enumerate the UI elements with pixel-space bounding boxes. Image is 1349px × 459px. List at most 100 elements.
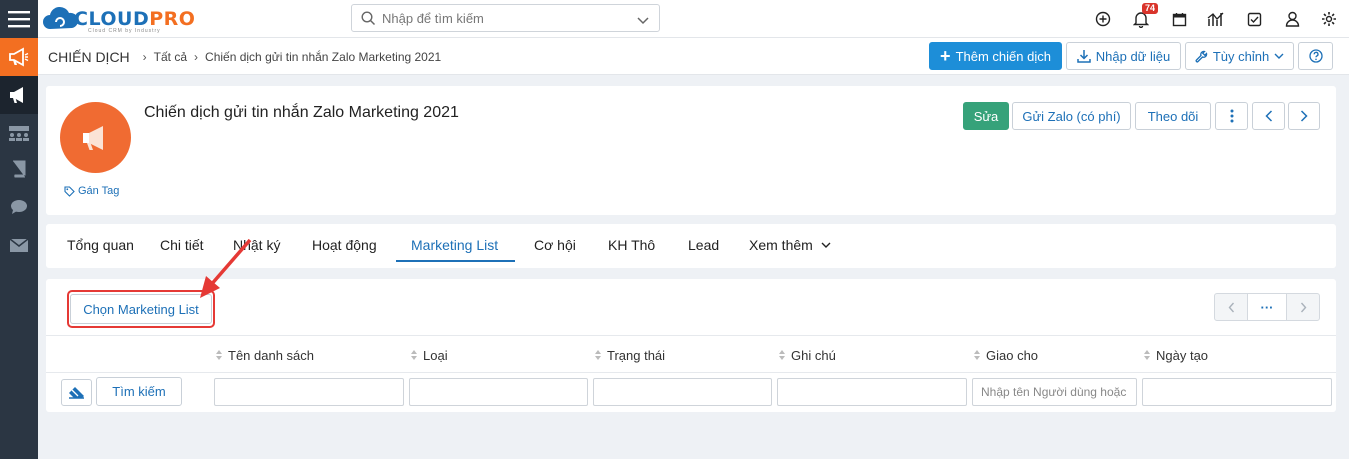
chevron-down-icon: [1274, 53, 1284, 59]
search-button-label: Tìm kiếm: [112, 384, 166, 399]
sort-icon: [411, 350, 418, 361]
column-header-type[interactable]: Loại: [411, 348, 448, 363]
sidebar: [0, 0, 38, 459]
breadcrumb-all[interactable]: Tất cả: [154, 50, 187, 64]
edit-label: Sửa: [973, 108, 999, 124]
highlight-box: [67, 290, 215, 328]
logo[interactable]: CLOUDPRO Cloud CRM by Industry: [42, 4, 195, 34]
chevron-down-icon: [821, 242, 831, 248]
tab-leads[interactable]: Lead: [688, 237, 719, 253]
mail-icon: [10, 238, 28, 252]
customize-button[interactable]: Tùy chỉnh: [1185, 42, 1294, 70]
plus-icon: +: [940, 46, 951, 66]
record-title: Chiến dịch gửi tin nhắn Zalo Marketing 2…: [144, 104, 459, 121]
tab-raw-customers[interactable]: KH Thô: [608, 237, 655, 253]
filter-status-input[interactable]: [593, 378, 772, 406]
column-label: Trạng thái: [607, 348, 666, 363]
sidebar-item-campaign[interactable]: [0, 38, 38, 76]
pager-more-label: ···: [1260, 299, 1274, 315]
sort-icon: [1144, 350, 1151, 361]
filter-name-field[interactable]: [215, 379, 403, 405]
tab-overview[interactable]: Tổng quan: [67, 237, 134, 253]
sidebar-item-email[interactable]: [0, 226, 38, 264]
column-label: Giao cho: [986, 348, 1039, 363]
sort-icon: [595, 350, 602, 361]
pager-more-button[interactable]: ···: [1247, 293, 1287, 321]
sidebar-item-knowledge[interactable]: [0, 150, 38, 188]
book-icon: [13, 160, 26, 178]
filter-assignee-field[interactable]: [973, 379, 1136, 405]
breadcrumb-module[interactable]: CHIẾN DỊCH: [48, 49, 130, 65]
more-actions-button[interactable]: [1215, 102, 1248, 130]
follow-button[interactable]: Theo dõi: [1135, 102, 1211, 130]
checkbox-icon[interactable]: [1244, 9, 1264, 29]
sidebar-item-chat[interactable]: [0, 188, 38, 226]
tab-marketing-list[interactable]: Marketing List: [411, 237, 498, 253]
tab-activities[interactable]: Hoạt động: [312, 237, 377, 253]
filter-type-input[interactable]: [409, 378, 588, 406]
column-label: Tên danh sách: [228, 348, 315, 363]
send-zalo-button[interactable]: Gửi Zalo (có phí): [1012, 102, 1131, 130]
filter-name-input[interactable]: [214, 378, 404, 406]
sort-icon: [216, 350, 223, 361]
active-tab-indicator: [396, 260, 515, 262]
add-campaign-button[interactable]: + Thêm chiến dịch: [929, 42, 1062, 70]
logo-tagline: Cloud CRM by Industry: [88, 28, 161, 34]
filter-assignee-input[interactable]: [972, 378, 1137, 406]
pager-previous-button[interactable]: [1214, 293, 1248, 321]
gear-icon[interactable]: [1319, 9, 1339, 29]
send-zalo-label: Gửi Zalo (có phí): [1022, 108, 1121, 124]
column-header-name[interactable]: Tên danh sách: [216, 348, 314, 363]
pager-next-button[interactable]: [1286, 293, 1320, 321]
filter-created-date-input[interactable]: [1142, 378, 1332, 406]
tab-opportunities[interactable]: Cơ hội: [534, 237, 576, 253]
customize-label: Tùy chỉnh: [1212, 48, 1270, 64]
vertical-dots-icon: [1230, 109, 1233, 123]
sidebar-item-meetings[interactable]: [0, 114, 38, 152]
column-header-note[interactable]: Ghi chú: [779, 348, 836, 363]
plus-circle-icon[interactable]: [1093, 9, 1113, 29]
import-data-button[interactable]: Nhập dữ liệu: [1066, 42, 1181, 70]
sort-icon: [779, 350, 786, 361]
column-header-assignee[interactable]: Giao cho: [974, 348, 1038, 363]
download-icon: [1077, 50, 1091, 63]
sidebar-item-marketing[interactable]: [0, 76, 38, 114]
chevron-down-icon[interactable]: [637, 13, 649, 28]
edit-button[interactable]: Sửa: [963, 102, 1009, 130]
assign-tag-link[interactable]: Gán Tag: [64, 185, 119, 197]
filter-type-field[interactable]: [410, 379, 587, 405]
chat-icon: [11, 200, 27, 214]
menu-toggle-icon[interactable]: [0, 0, 38, 38]
avatar: [60, 102, 131, 173]
megaphone-solid-icon: [10, 87, 23, 103]
global-search[interactable]: Nhập để tìm kiếm: [351, 4, 660, 32]
audience-icon: [9, 126, 29, 141]
filter-created-date-field[interactable]: [1143, 379, 1331, 405]
cloud-logo-icon: [42, 4, 80, 34]
column-label: Loại: [423, 348, 448, 363]
wrench-icon: [1195, 50, 1207, 62]
column-header-status[interactable]: Trạng thái: [595, 348, 665, 363]
chevron-left-icon: [1228, 302, 1234, 312]
column-header-created-date[interactable]: Ngày tạo: [1144, 348, 1208, 363]
next-record-button[interactable]: [1288, 102, 1320, 130]
clear-filter-button[interactable]: [61, 379, 92, 406]
user-icon[interactable]: [1282, 9, 1302, 29]
chevron-right-icon: [1300, 302, 1306, 312]
chart-icon[interactable]: [1206, 9, 1226, 29]
filter-status-field[interactable]: [594, 379, 771, 405]
column-label: Ngày tạo: [1156, 348, 1209, 363]
divider: [46, 335, 1336, 336]
calendar-icon[interactable]: [1169, 9, 1189, 29]
search-placeholder: Nhập để tìm kiếm: [382, 11, 484, 26]
import-data-label: Nhập dữ liệu: [1095, 48, 1171, 64]
filter-note-input[interactable]: [777, 378, 967, 406]
tab-more-label: Xem thêm: [749, 237, 813, 253]
help-button[interactable]: [1298, 42, 1333, 70]
tab-more[interactable]: Xem thêm: [749, 237, 831, 253]
search-button[interactable]: Tìm kiếm: [96, 377, 182, 406]
previous-record-button[interactable]: [1252, 102, 1285, 130]
search-icon: [361, 11, 376, 29]
filter-note-field[interactable]: [778, 379, 966, 405]
chevron-left-icon: [1264, 110, 1272, 122]
